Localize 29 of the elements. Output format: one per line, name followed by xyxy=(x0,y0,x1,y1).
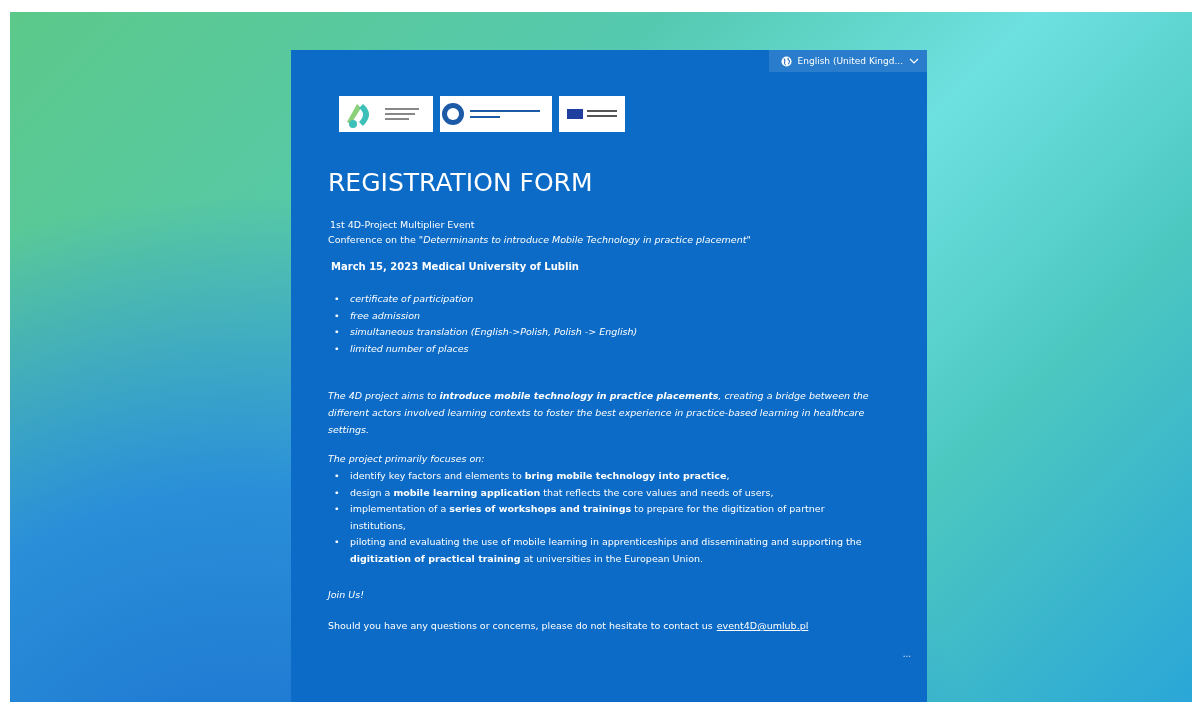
form-title: REGISTRATION FORM xyxy=(328,168,594,197)
bullet-mark: • xyxy=(334,341,341,356)
join-text: Join Us! xyxy=(328,589,365,600)
intro-text: 1st 4D-Project Multiplier Event xyxy=(329,218,476,232)
event-date-text: March 15, 2023 Medical University of Lublin xyxy=(331,261,580,272)
benefit-item: certificate of participation xyxy=(350,292,474,306)
globe-icon xyxy=(780,55,792,67)
bullet-mark: • xyxy=(334,485,341,500)
chevron-down-icon xyxy=(909,58,919,64)
bullet-mark: • xyxy=(334,469,341,483)
benefit-item: limited number of places xyxy=(350,341,469,356)
contact-text: Should you have any questions or concerns, please do not hesitate to contact us xyxy=(328,620,713,631)
bullet-mark: • xyxy=(334,292,341,306)
bullet-mark: • xyxy=(334,502,341,516)
focus-item: identify key factors and elements to bring mobile technology into practice, xyxy=(350,469,730,483)
logo-drawing xyxy=(559,96,625,132)
email-link[interactable]: event4D@umlub.pl xyxy=(716,620,809,631)
bullet-mark: • xyxy=(334,535,341,549)
focus-item: design a mobile learning application that reflects the core values and needs of users, xyxy=(350,485,774,500)
focus-heading: The project primarily focuses on: xyxy=(328,453,486,464)
project-aim-text: The 4D project aims to introduce mobile technology in practice placements, creating a bridge between the different actors involved learning contexts to foster the best experience in practice-based learning in healthcare settings. xyxy=(328,389,870,437)
intro-text: Conference on the "Determinants to introduce Mobile Technology in practice placement" xyxy=(328,233,752,247)
bullet-mark: • xyxy=(334,325,341,339)
focus-item: piloting and evaluating the use of mobile learning in apprenticeships and disseminating and supporting the digitization of practical training at universities in the European Union. xyxy=(350,535,863,566)
language-selector[interactable]: English (United Kingd... xyxy=(768,50,927,72)
bullet-mark: • xyxy=(334,308,341,323)
more-button[interactable]: ... xyxy=(902,649,911,659)
benefit-item: simultaneous translation (English->Polish, Polish -> English) xyxy=(350,325,638,339)
benefit-item: free admission xyxy=(350,308,421,323)
